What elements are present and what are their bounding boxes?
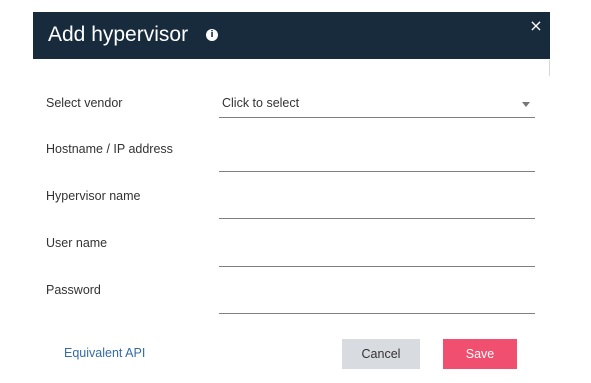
- equivalent-api-link[interactable]: Equivalent API: [64, 345, 145, 361]
- dialog-border: [549, 60, 550, 76]
- hypervisor-name-field[interactable]: [219, 196, 535, 218]
- hypervisor-name-field-container: [219, 196, 535, 219]
- user-name-label: User name: [46, 236, 108, 250]
- dialog-header: Add hypervisor i ×: [33, 12, 550, 59]
- chevron-down-icon[interactable]: [522, 102, 530, 107]
- hostname-field-row: Hostname / IP address: [33, 141, 550, 175]
- password-field[interactable]: [219, 291, 535, 313]
- hypervisor-name-label: Hypervisor name: [46, 189, 141, 203]
- dialog-title: Add hypervisor: [48, 23, 189, 46]
- hypervisor-name-field-row: Hypervisor name: [33, 188, 550, 222]
- password-label: Password: [46, 283, 101, 297]
- vendor-field-row: Select vendor Click to select: [33, 95, 550, 129]
- cancel-button[interactable]: Cancel: [342, 339, 420, 369]
- password-field-container: [219, 291, 535, 314]
- close-icon[interactable]: ×: [529, 18, 543, 34]
- user-name-field-row: User name: [33, 235, 550, 269]
- hostname-field-container: [219, 149, 535, 172]
- add-hypervisor-dialog: Add hypervisor i × Select vendor Click t…: [33, 12, 550, 383]
- vendor-select[interactable]: Click to select: [219, 95, 535, 118]
- hostname-label: Hostname / IP address: [46, 142, 173, 156]
- info-icon[interactable]: i: [206, 29, 218, 41]
- user-name-field-container: [219, 244, 535, 267]
- hostname-field[interactable]: [219, 149, 535, 171]
- password-field-row: Password: [33, 282, 550, 316]
- user-name-field[interactable]: [219, 244, 535, 266]
- save-button[interactable]: Save: [443, 339, 517, 369]
- vendor-label: Select vendor: [46, 96, 123, 110]
- vendor-selected-value: Click to select: [222, 96, 300, 110]
